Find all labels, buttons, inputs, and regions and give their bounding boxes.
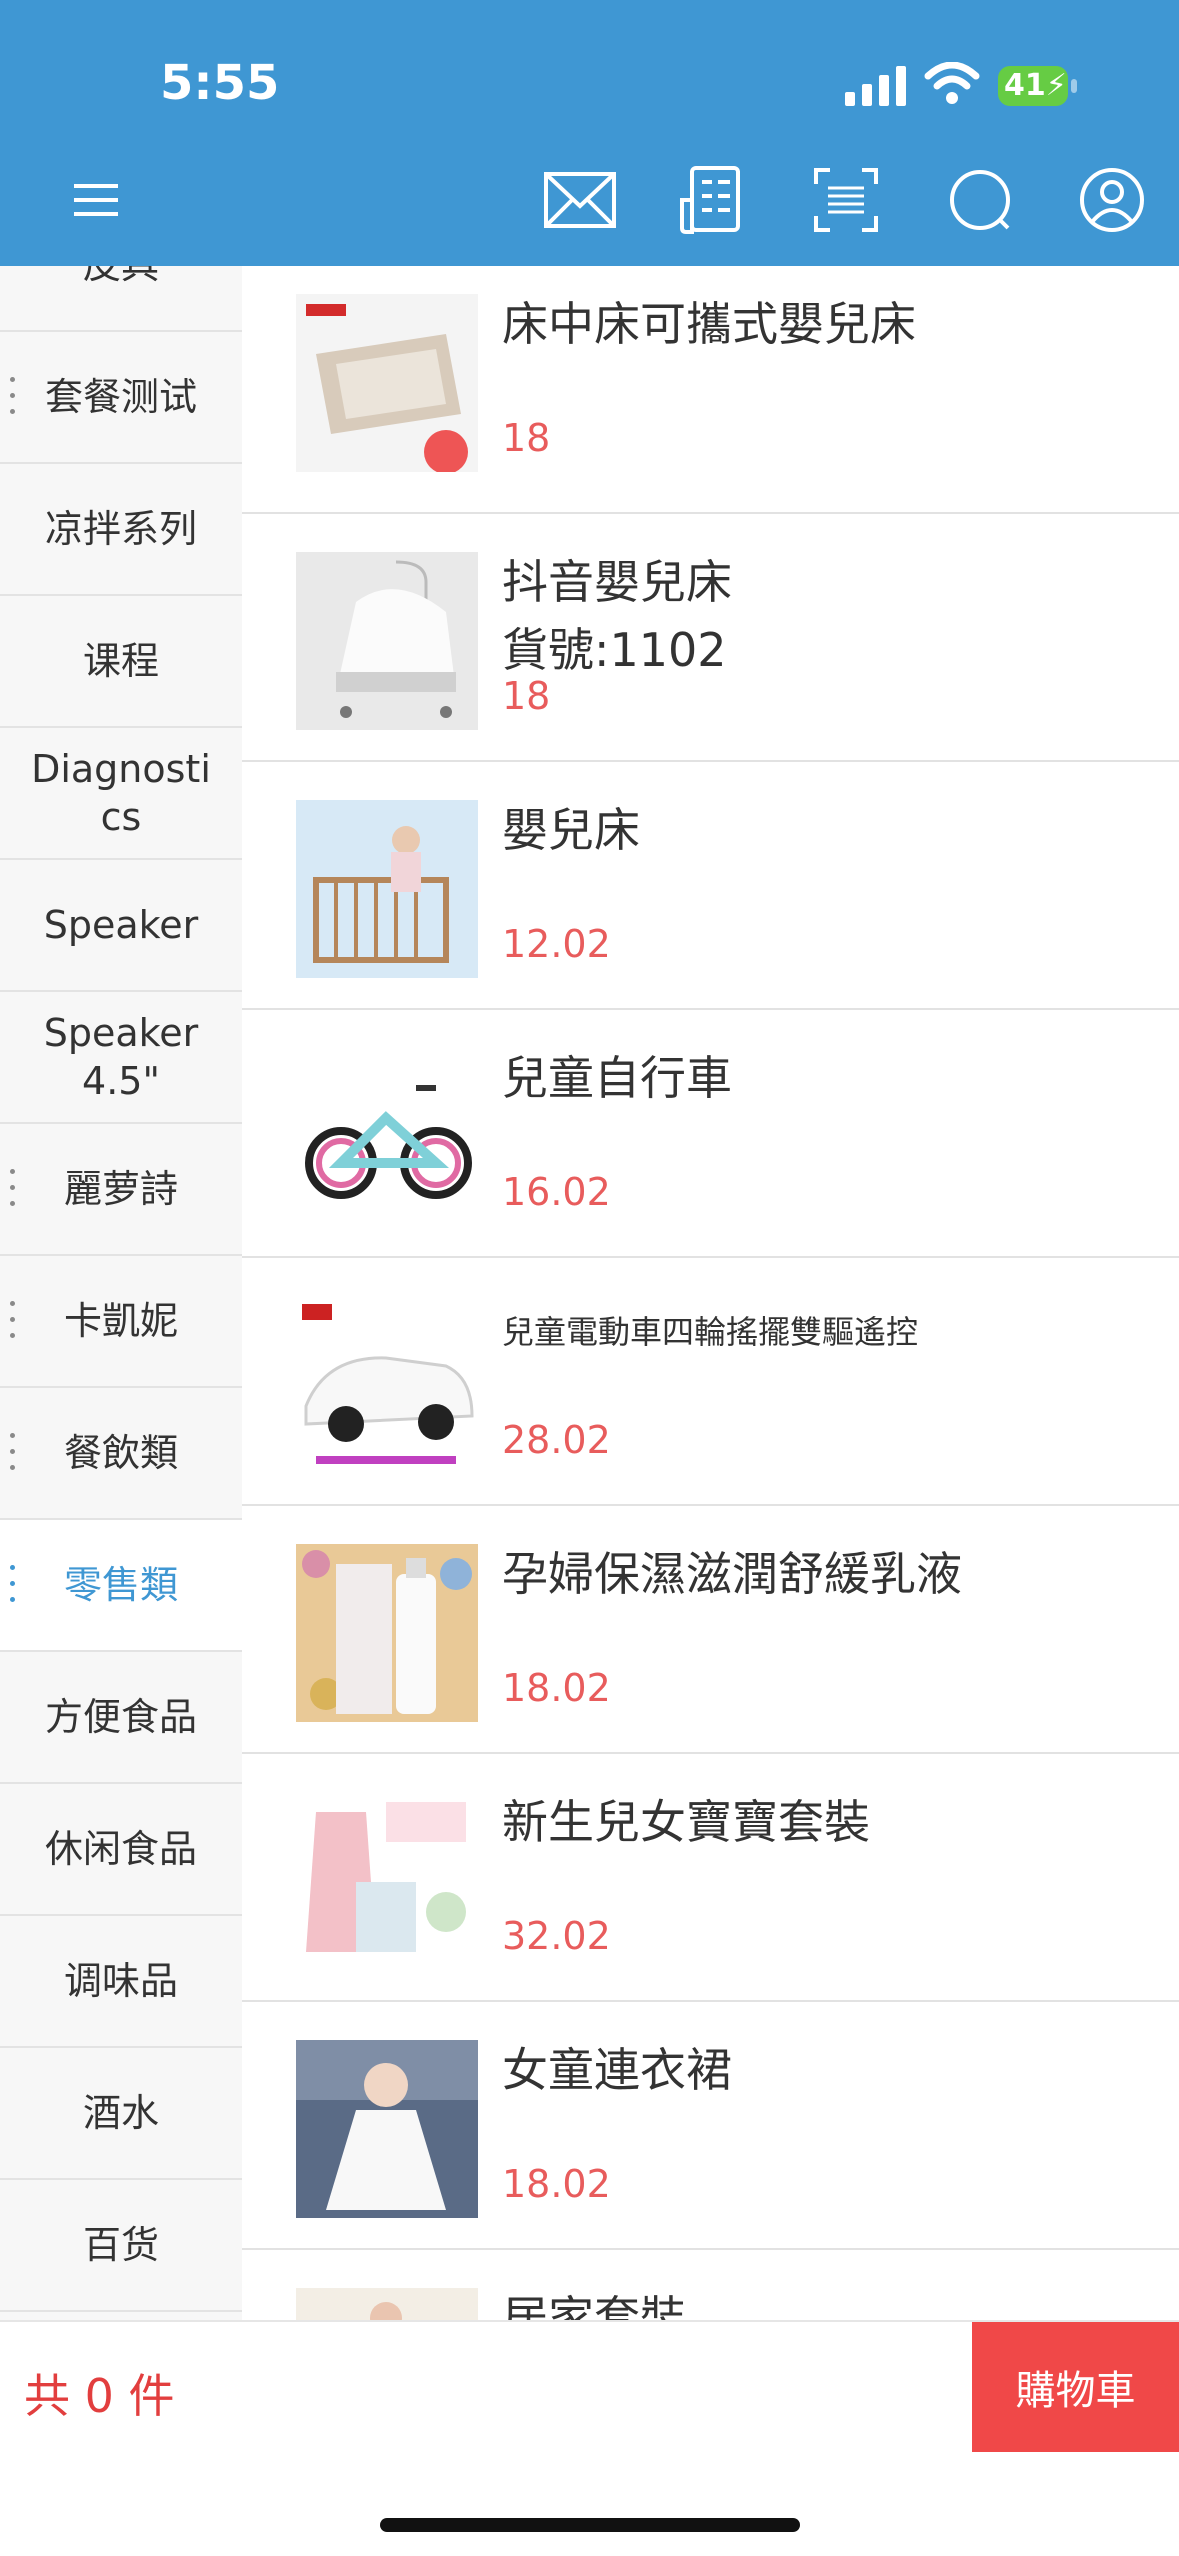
app-header: 5:55 41⚡ xyxy=(0,0,1179,266)
product-item[interactable]: 孕婦保濕滋潤舒緩乳液 18.02 xyxy=(242,1506,1179,1754)
sidebar-item[interactable]: 凉拌系列 xyxy=(0,464,242,596)
product-item[interactable]: 居家套裝 xyxy=(242,2250,1179,2320)
sidebar-item[interactable]: 麗萝詩 xyxy=(0,1124,242,1256)
sidebar-item[interactable]: 调味品 xyxy=(0,1916,242,2048)
sidebar-item[interactable]: 酒水 xyxy=(0,2048,242,2180)
profile-icon[interactable] xyxy=(1072,160,1152,240)
product-image xyxy=(296,552,478,730)
product-name: 居家套裝 xyxy=(502,2291,686,2320)
drag-handle-icon xyxy=(10,377,16,417)
signal-icon xyxy=(845,66,907,106)
product-image xyxy=(296,2040,478,2218)
battery-level: 41 xyxy=(1004,68,1046,103)
drag-handle-icon xyxy=(10,1169,16,1209)
product-name: 床中床可攜式嬰兒床 xyxy=(502,297,916,351)
sidebar-item[interactable]: Diagnostics xyxy=(0,728,242,860)
product-item[interactable]: 床中床可攜式嬰兒床 18 xyxy=(242,266,1179,514)
product-item[interactable]: 女童連衣裙 18.02 xyxy=(242,2002,1179,2250)
mail-icon[interactable] xyxy=(540,160,620,240)
search-icon[interactable] xyxy=(940,160,1020,240)
product-image xyxy=(296,1792,478,1970)
cart-count: 共 0 件 xyxy=(24,2369,175,2423)
drag-handle-icon xyxy=(10,1433,16,1473)
product-price: 12.02 xyxy=(502,922,611,966)
product-name: 新生兒女寶寶套裝 xyxy=(502,1795,870,1849)
sidebar-item[interactable]: 皮具 xyxy=(0,266,242,332)
product-item[interactable]: 新生兒女寶寶套裝 32.02 xyxy=(242,1754,1179,2002)
sidebar-item[interactable]: 百货 xyxy=(0,2180,242,2312)
product-image xyxy=(296,2288,478,2320)
sidebar-item[interactable]: Speaker xyxy=(0,860,242,992)
sidebar-item[interactable]: 卡凱妮 xyxy=(0,1256,242,1388)
sidebar-item[interactable]: 套餐测试 xyxy=(0,332,242,464)
product-code: 貨號:1102 xyxy=(502,623,727,677)
battery-icon: 41⚡ xyxy=(998,66,1078,106)
product-price: 16.02 xyxy=(502,1170,611,1214)
drag-handle-icon xyxy=(10,1301,16,1341)
drag-handle-icon xyxy=(10,1565,16,1605)
product-image xyxy=(296,800,478,978)
category-sidebar[interactable]: 皮具 套餐测试 凉拌系列 课程 Diagnostics Speaker Spea… xyxy=(0,266,242,2320)
product-price: 28.02 xyxy=(502,1418,611,1462)
sidebar-item[interactable]: 课程 xyxy=(0,596,242,728)
product-price: 18 xyxy=(502,416,551,460)
sidebar-item[interactable]: 餐飲類 xyxy=(0,1388,242,1520)
status-time: 5:55 xyxy=(160,55,280,111)
product-price: 18.02 xyxy=(502,2162,611,2206)
menu-icon[interactable] xyxy=(56,160,136,240)
product-image xyxy=(296,1296,478,1474)
product-name: 嬰兒床 xyxy=(502,803,640,857)
cart-button[interactable]: 購物車 xyxy=(972,2322,1179,2452)
cart-footer: 共 0 件 購物車 xyxy=(0,2320,1179,2452)
wifi-icon xyxy=(924,61,980,106)
scan-icon[interactable] xyxy=(806,160,886,240)
product-name: 兒童電動車四輪搖擺雙驅遙控 xyxy=(502,1313,919,1351)
product-item[interactable]: 嬰兒床 12.02 xyxy=(242,762,1179,1010)
product-price: 18 xyxy=(502,674,551,718)
product-name: 孕婦保濕滋潤舒緩乳液 xyxy=(502,1547,962,1601)
product-item[interactable]: 兒童自行車 16.02 xyxy=(242,1010,1179,1258)
product-item[interactable]: 抖音嬰兒床 貨號:1102 18 xyxy=(242,514,1179,762)
orders-icon[interactable] xyxy=(672,160,752,240)
product-price: 18.02 xyxy=(502,1666,611,1710)
sidebar-item-active[interactable]: 零售類 xyxy=(0,1520,242,1652)
product-image xyxy=(296,1544,478,1722)
sidebar-item[interactable]: 休闲食品 xyxy=(0,1784,242,1916)
product-price: 32.02 xyxy=(502,1914,611,1958)
sidebar-item[interactable]: 方便食品 xyxy=(0,1652,242,1784)
product-name: 抖音嬰兒床 xyxy=(502,555,732,609)
product-name: 兒童自行車 xyxy=(502,1051,732,1105)
sidebar-item[interactable]: Speaker 4.5" xyxy=(0,992,242,1124)
product-image xyxy=(296,1048,478,1226)
product-name: 女童連衣裙 xyxy=(502,2043,732,2097)
home-indicator[interactable] xyxy=(380,2518,800,2532)
product-list[interactable]: 床中床可攜式嬰兒床 18 抖音嬰兒床 貨號:1102 18 嬰兒床 12.02 … xyxy=(242,266,1179,2320)
product-item[interactable]: 兒童電動車四輪搖擺雙驅遙控 28.02 xyxy=(242,1258,1179,1506)
product-image xyxy=(296,294,478,472)
